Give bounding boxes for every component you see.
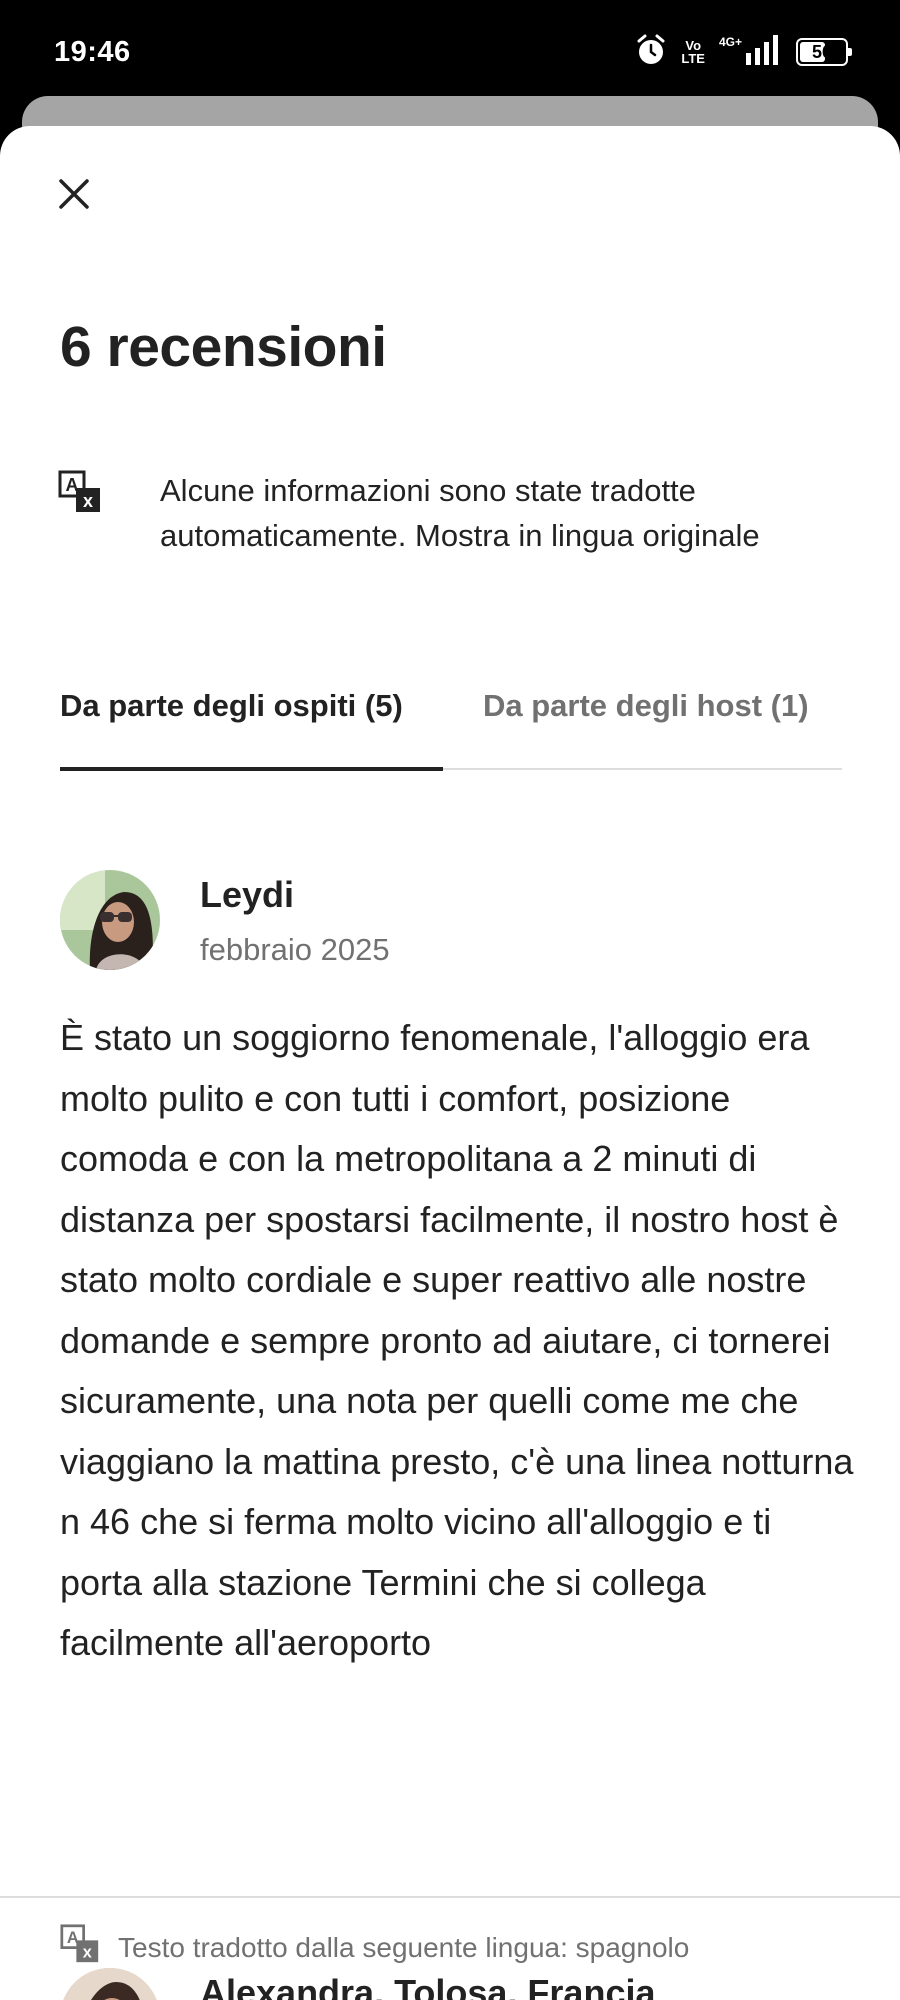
status-icons: Vo LTE 4G+ 56	[635, 32, 852, 72]
translation-notice[interactable]: Alcune informazioni sono state tradotte …	[160, 468, 840, 558]
svg-text:x: x	[83, 1944, 92, 1962]
review-text: È stato un soggiorno fenomenale, l'allog…	[60, 1017, 854, 1663]
battery-level: 56	[811, 42, 833, 62]
tab-guests[interactable]: Da parte degli ospiti (5)	[60, 688, 403, 724]
avatar[interactable]	[60, 870, 160, 970]
divider	[0, 1896, 900, 1898]
review-tabs: Da parte degli ospiti (5) Da parte degli…	[60, 688, 842, 771]
reviewer-name: Alexandra, Tolosa, Francia	[200, 1972, 656, 2000]
translated-note-text: Testo tradotto dalla seguente lingua: sp…	[118, 1931, 690, 1963]
page-title: 6 recensioni	[60, 315, 387, 379]
battery-icon: 56	[796, 38, 852, 66]
tab-hosts[interactable]: Da parte degli host (1)	[483, 688, 809, 724]
svg-text:x: x	[83, 491, 93, 511]
battery-tip	[848, 48, 852, 56]
avatar[interactable]	[60, 1968, 160, 2000]
volte-indicator: Vo LTE	[681, 39, 705, 65]
volte-bottom: LTE	[681, 51, 705, 66]
status-time: 19:46	[54, 36, 131, 68]
reviews-sheet: 6 recensioni A x Alcune informazioni son…	[0, 126, 900, 2000]
close-icon	[59, 179, 89, 209]
close-button[interactable]	[56, 176, 92, 212]
translate-icon: A x	[58, 470, 102, 514]
translated-note: A x Testo tradotto dalla seguente lingua…	[60, 1924, 689, 1971]
signal-icon	[746, 34, 782, 70]
review-date: febbraio 2025	[200, 932, 390, 967]
tab-selected-indicator	[60, 767, 443, 771]
alarm-icon	[635, 33, 667, 72]
translate-icon: A x	[60, 1924, 100, 1971]
reviewer-name: Leydi	[200, 874, 295, 915]
status-bar: 19:46 Vo LTE 4G+ 56	[0, 0, 900, 100]
network-type: 4G+	[718, 35, 742, 49]
